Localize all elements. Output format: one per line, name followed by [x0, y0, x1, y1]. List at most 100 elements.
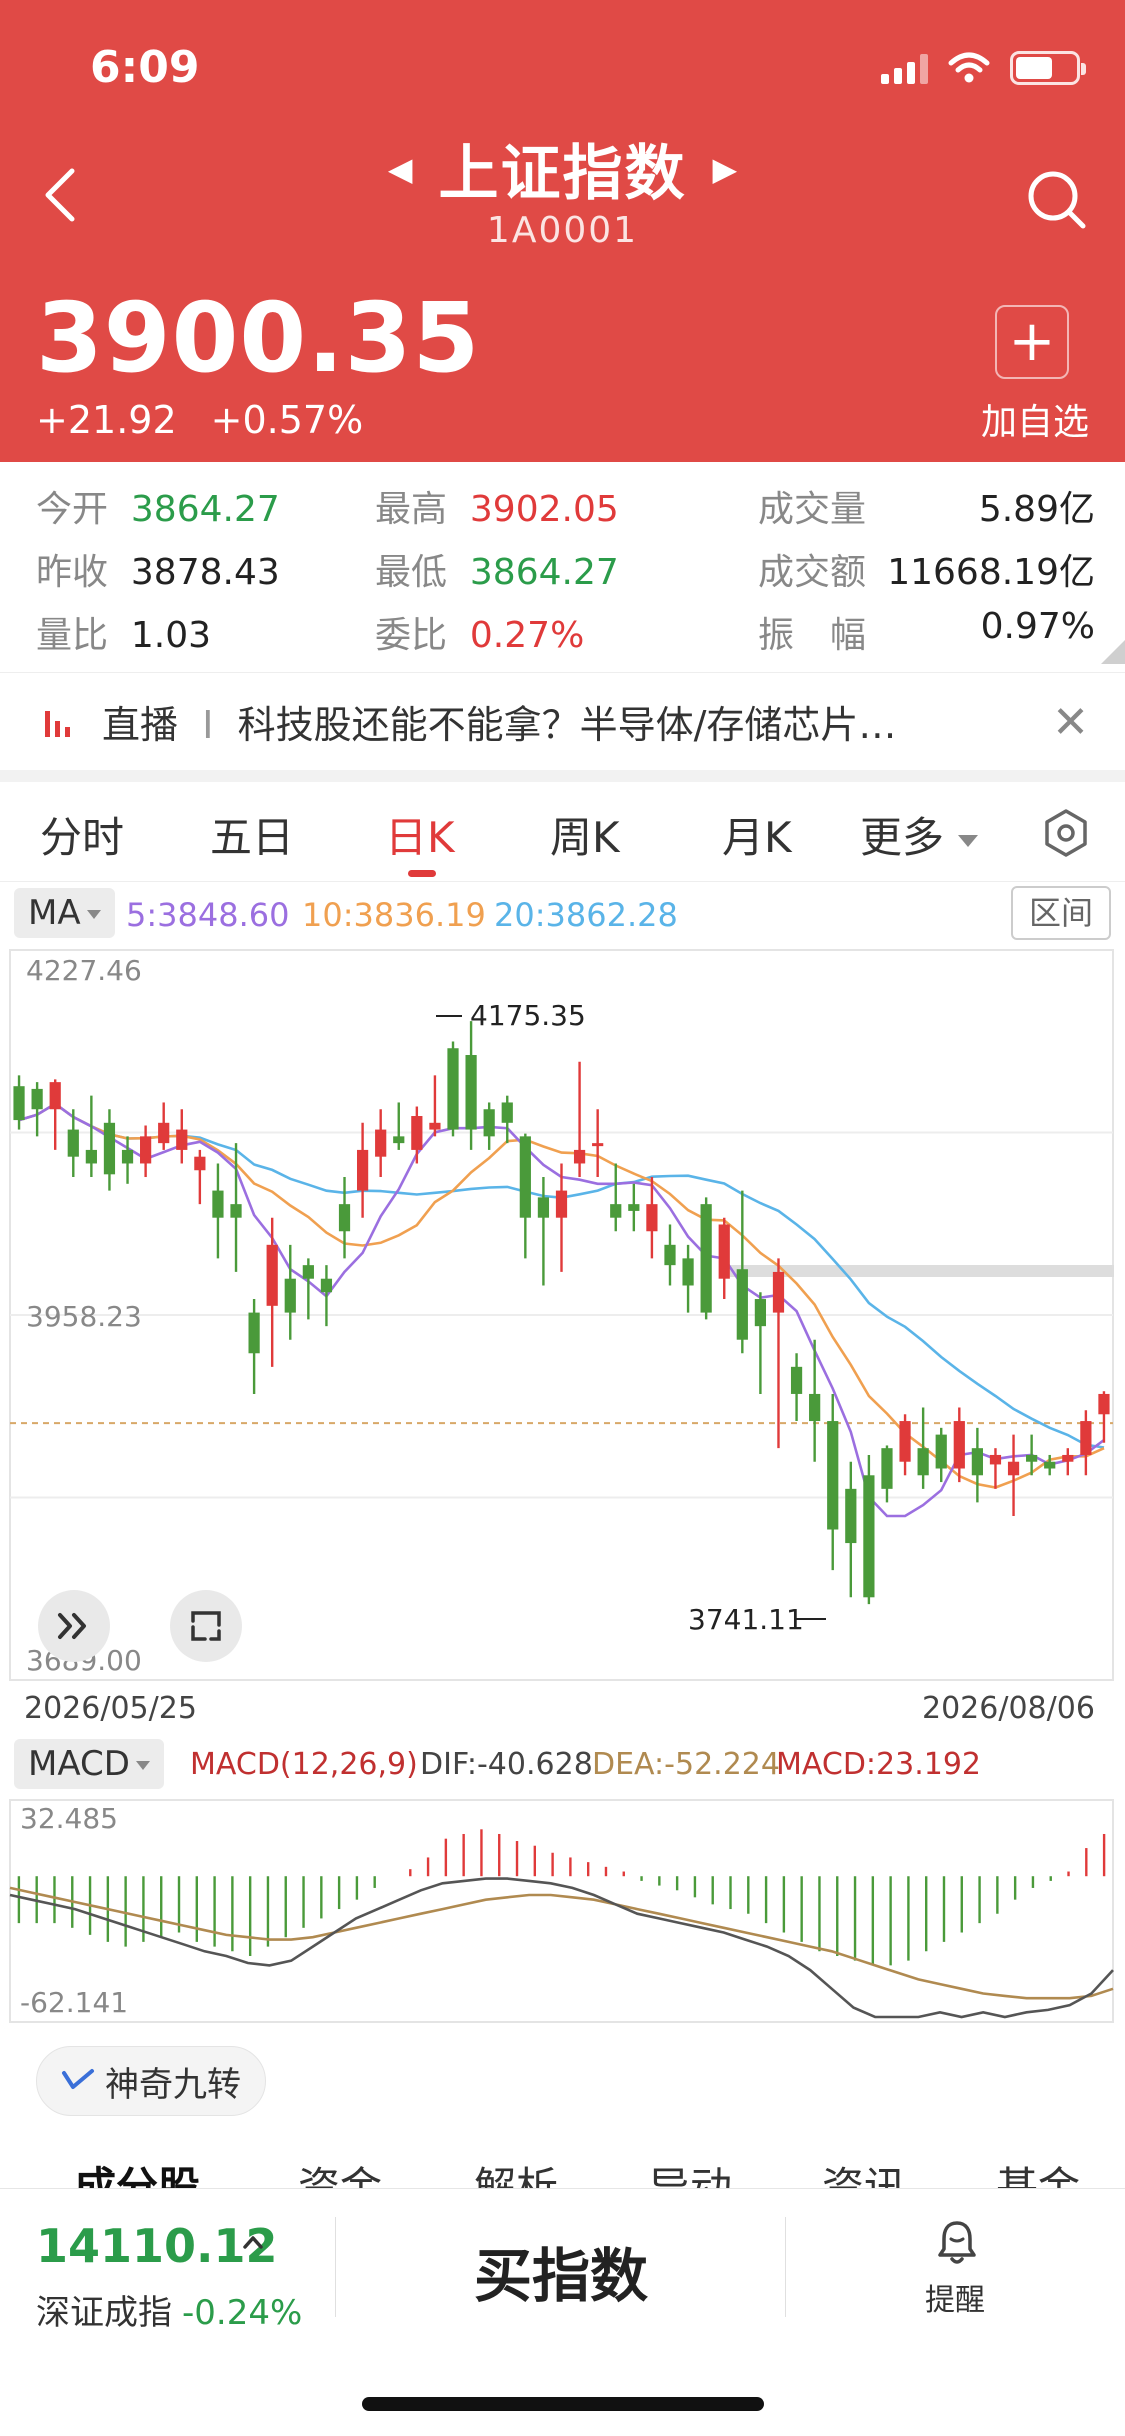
candle-body: [1098, 1393, 1110, 1415]
low-annotation: 3741.11: [688, 1603, 804, 1636]
macd-frame: [9, 1799, 1114, 2023]
candle-body: [610, 1204, 622, 1218]
candle-body: [140, 1136, 152, 1164]
buy-index-button[interactable]: 买指数: [336, 2229, 786, 2313]
candle-body: [103, 1122, 116, 1175]
kline-extras: [436, 1015, 826, 1620]
date-end: 2026/08/06: [922, 1691, 1095, 1726]
candle-body: [917, 1448, 929, 1476]
remind-label[interactable]: 提醒: [925, 2275, 985, 2319]
candle-body: [1007, 1461, 1020, 1476]
candle-body: [248, 1312, 260, 1354]
magic-nine-button[interactable]: 神奇九转: [36, 2046, 266, 2116]
candle-body: [320, 1278, 333, 1293]
macd-dea: DEA:-52.224: [592, 1747, 780, 1782]
subtab-news[interactable]: 资讯: [822, 2154, 906, 2190]
candle-body: [519, 1136, 531, 1218]
candle-body: [537, 1197, 550, 1218]
candle-body: [284, 1278, 296, 1313]
candle-body: [827, 1421, 839, 1530]
home-indicator: [362, 2397, 764, 2411]
sub-tabs: 成分股 资金 解析 异动 资讯 基金: [0, 2150, 1125, 2190]
candle-body: [664, 1244, 676, 1266]
candle-body: [628, 1204, 640, 1211]
candle-body: [790, 1366, 803, 1394]
candle-body: [555, 1190, 568, 1218]
macd-value: MACD:23.192: [776, 1747, 982, 1782]
candle-body: [375, 1129, 387, 1157]
candle-body: [754, 1299, 767, 1327]
subtab-funds[interactable]: 资金: [298, 2154, 382, 2190]
divider: [785, 2217, 786, 2317]
bottom-bar: 14110.12 深证成指 -0.24% 买指数 提醒: [0, 2188, 1125, 2436]
subtab-movement[interactable]: 异动: [648, 2154, 732, 2190]
macd-lines: [9, 1877, 1114, 2019]
candle-body: [31, 1088, 43, 1110]
candle-body: [338, 1204, 351, 1232]
candle-body: [194, 1156, 206, 1171]
expand-icon[interactable]: [38, 1590, 110, 1662]
candle-body: [13, 1086, 25, 1121]
candle-body: [971, 1448, 983, 1476]
candle-body: [1080, 1421, 1092, 1455]
candle-body: [573, 1149, 586, 1164]
check-icon: [62, 2069, 94, 2089]
bell-icon[interactable]: [935, 2217, 979, 2267]
macd-legend: MACD MACD(12,26,9) DIF:-40.628 DEA:-52.2…: [0, 1733, 1125, 1795]
candle-body: [881, 1448, 893, 1489]
candle-body: [501, 1102, 513, 1123]
date-start: 2026/05/25: [24, 1691, 197, 1726]
candle-body: [429, 1122, 441, 1130]
candle-body: [465, 1055, 477, 1130]
candle-body: [158, 1122, 170, 1144]
macd-grid: [9, 1799, 1114, 2023]
subtab-fund[interactable]: 基金: [996, 2154, 1080, 2190]
subtab-constituents[interactable]: 成分股: [74, 2154, 200, 2190]
candles: [13, 1021, 1110, 1605]
candle-body: [935, 1434, 947, 1469]
candle-body: [356, 1149, 369, 1191]
chevron-up-icon[interactable]: [240, 2229, 266, 2255]
candle-body: [411, 1116, 423, 1150]
candle-body: [302, 1265, 314, 1279]
candle-body: [447, 1048, 459, 1130]
macd-dif: DIF:-40.628: [420, 1747, 593, 1782]
candle-body: [989, 1454, 1002, 1465]
candle-body: [718, 1224, 730, 1279]
candle-body: [67, 1129, 79, 1157]
candle-body: [899, 1421, 911, 1462]
high-annotation: 4175.35: [470, 999, 586, 1032]
macd-y-top: 32.485: [20, 1802, 118, 1835]
candle-body: [592, 1143, 604, 1147]
macd-params: MACD(12,26,9): [190, 1747, 418, 1782]
candle-body: [772, 1271, 785, 1313]
macd-select[interactable]: MACD: [14, 1739, 164, 1789]
candle-body: [809, 1393, 821, 1422]
candle-body: [393, 1136, 405, 1144]
dif-line: [9, 1877, 1114, 2019]
candle-body: [953, 1421, 965, 1469]
candle-body: [736, 1269, 748, 1340]
chevron-down-icon: [135, 1761, 150, 1770]
candle-body: [1062, 1454, 1074, 1462]
candle-body: [121, 1149, 134, 1164]
y-axis-mid: 3958.23: [26, 1300, 142, 1333]
related-index-name[interactable]: 深证成指 -0.24%: [36, 2285, 302, 2334]
candle-body: [682, 1258, 694, 1286]
candle-body: [85, 1149, 97, 1164]
candle-body: [1044, 1461, 1056, 1469]
candle-body: [646, 1204, 658, 1232]
candle-body: [863, 1475, 875, 1598]
subtab-analysis[interactable]: 解析: [474, 2154, 558, 2190]
candle-body: [49, 1082, 61, 1110]
candle-body: [1026, 1454, 1038, 1462]
candle-body: [212, 1190, 224, 1218]
candle-body: [230, 1204, 242, 1218]
candle-body: [266, 1244, 278, 1306]
candle-body: [483, 1109, 495, 1137]
candle-body: [176, 1129, 188, 1150]
macd-y-bottom: -62.141: [20, 1986, 128, 2019]
fullscreen-icon[interactable]: [170, 1590, 242, 1662]
y-axis-top: 4227.46: [26, 954, 142, 987]
kline-grid: [9, 949, 1114, 1681]
